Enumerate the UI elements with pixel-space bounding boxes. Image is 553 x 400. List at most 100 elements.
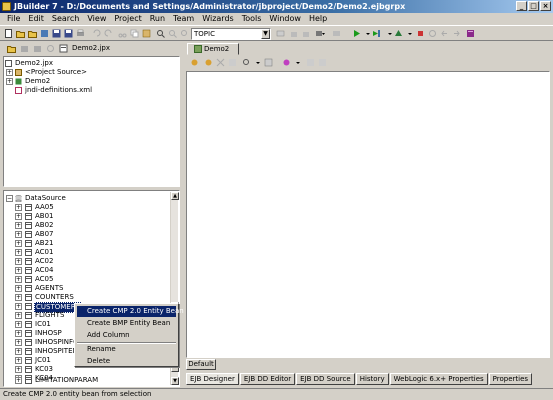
tab-history[interactable]: History: [355, 373, 389, 385]
add-files-icon[interactable]: [7, 44, 16, 53]
tab-demo2[interactable]: Demo2: [187, 43, 239, 55]
expand-icon[interactable]: +: [15, 204, 22, 211]
copy-icon[interactable]: [130, 29, 139, 38]
build-icon[interactable]: [332, 29, 341, 38]
cut-icon[interactable]: [118, 29, 127, 38]
menu-help[interactable]: Help: [305, 13, 331, 25]
expand-icon[interactable]: +: [15, 330, 22, 337]
make-dropdown-icon[interactable]: [316, 29, 325, 38]
datasource-icon[interactable]: [282, 58, 291, 67]
project-file-tab[interactable]: Demo2.jpx: [72, 44, 110, 53]
tab-ejb-designer[interactable]: EJB Designer: [186, 373, 239, 385]
save-all-icon[interactable]: [64, 29, 73, 38]
close-project-icon[interactable]: [33, 44, 42, 53]
expand-icon[interactable]: +: [15, 231, 22, 238]
expand-icon[interactable]: +: [15, 312, 22, 319]
save-icon[interactable]: [52, 29, 61, 38]
expand-icon[interactable]: +: [15, 321, 22, 328]
expand-icon[interactable]: +: [15, 276, 22, 283]
paste-icon[interactable]: [142, 29, 151, 38]
ejb-designer-canvas[interactable]: [186, 71, 550, 358]
optimize-icon[interactable]: [394, 29, 403, 38]
menu-view[interactable]: View: [83, 13, 110, 25]
print-icon[interactable]: [76, 29, 85, 38]
menu-file[interactable]: File: [3, 13, 24, 25]
find-ejb-icon[interactable]: [242, 58, 251, 67]
tab-ejb-dd-editor[interactable]: EJB DD Editor: [239, 373, 296, 385]
ejb-test-icon[interactable]: [318, 58, 327, 67]
expand-icon[interactable]: +: [15, 240, 22, 247]
maximize-button[interactable]: □: [528, 1, 539, 11]
minimize-button[interactable]: _: [516, 1, 527, 11]
menu-search[interactable]: Search: [48, 13, 83, 25]
optimize-dropdown-icon[interactable]: [406, 29, 415, 38]
datasource-dropdown-icon[interactable]: [294, 58, 303, 67]
create-ejb-icon[interactable]: [190, 58, 199, 67]
close-file-icon[interactable]: [40, 29, 49, 38]
collapse-icon[interactable]: −: [6, 195, 13, 202]
expand-icon[interactable]: +: [6, 69, 13, 76]
view-dropdown-icon[interactable]: [254, 58, 263, 67]
delete-ejb-icon[interactable]: [216, 58, 225, 67]
scroll-up-icon[interactable]: ▲: [171, 192, 179, 200]
menu-team[interactable]: Team: [169, 13, 198, 25]
tab-properties[interactable]: Properties: [488, 373, 533, 385]
expand-icon[interactable]: +: [15, 258, 22, 265]
expand-icon[interactable]: +: [15, 213, 22, 220]
menu-item-rename[interactable]: Rename: [77, 344, 176, 355]
debug-icon[interactable]: [372, 29, 381, 38]
undo-icon[interactable]: [92, 29, 101, 38]
tab-default[interactable]: Default: [186, 359, 216, 370]
make-project-icon[interactable]: [290, 29, 299, 38]
expand-icon[interactable]: +: [15, 303, 22, 310]
expand-icon[interactable]: +: [6, 78, 13, 85]
regenerate-icon[interactable]: [264, 58, 273, 67]
new-file-icon[interactable]: [4, 29, 13, 38]
expand-icon[interactable]: +: [15, 357, 22, 364]
forward-icon[interactable]: [452, 29, 461, 38]
expand-icon[interactable]: +: [15, 267, 22, 274]
menu-tools[interactable]: Tools: [238, 13, 266, 25]
tab-ejb-dd-source[interactable]: EJB DD Source: [296, 373, 355, 385]
expand-icon[interactable]: +: [15, 249, 22, 256]
chevron-down-icon[interactable]: ▼: [261, 29, 270, 39]
replace-icon[interactable]: [168, 29, 177, 38]
remove-files-icon[interactable]: [20, 44, 29, 53]
help-book-icon[interactable]: [466, 29, 475, 38]
menu-wizards[interactable]: Wizards: [198, 13, 237, 25]
menu-window[interactable]: Window: [265, 13, 305, 25]
find-icon[interactable]: [156, 29, 165, 38]
menu-project[interactable]: Project: [110, 13, 145, 25]
run-icon[interactable]: [352, 29, 361, 38]
expand-icon[interactable]: +: [15, 294, 22, 301]
topic-combo-box[interactable]: TOPIC ▼: [191, 28, 271, 40]
expand-icon[interactable]: +: [15, 366, 22, 373]
close-button[interactable]: ×: [540, 1, 551, 11]
menu-item-create-bmp-bean[interactable]: Create BMP Entity Bean: [77, 318, 176, 329]
menu-item-create-cmp-bean[interactable]: Create CMP 2.0 Entity Bean: [77, 306, 184, 317]
scroll-down-icon[interactable]: ▼: [171, 377, 179, 385]
search-again-icon[interactable]: [180, 29, 189, 38]
open-folder-icon[interactable]: [16, 29, 25, 38]
expand-icon[interactable]: +: [15, 222, 22, 229]
back-icon[interactable]: [440, 29, 449, 38]
expand-icon[interactable]: +: [15, 339, 22, 346]
menu-run[interactable]: Run: [146, 13, 169, 25]
arrange-icon[interactable]: [228, 58, 237, 67]
menu-item-add-column[interactable]: Add Column: [77, 330, 176, 341]
tab-weblogic-properties[interactable]: WebLogic 6.x+ Properties: [389, 373, 488, 385]
reopen-icon[interactable]: [28, 29, 37, 38]
expand-icon[interactable]: +: [15, 348, 22, 355]
import-ejb-icon[interactable]: [204, 58, 213, 67]
vertical-splitter[interactable]: [181, 43, 185, 387]
browse-symbol-icon[interactable]: [276, 29, 285, 38]
menu-edit[interactable]: Edit: [24, 13, 48, 25]
ejb-reference-icon[interactable]: [306, 58, 315, 67]
history-icon[interactable]: [428, 29, 437, 38]
expand-icon[interactable]: +: [15, 377, 22, 384]
stop-icon[interactable]: [416, 29, 425, 38]
expand-icon[interactable]: +: [15, 285, 22, 292]
menu-item-delete[interactable]: Delete: [77, 356, 176, 367]
rebuild-icon[interactable]: [302, 29, 311, 38]
redo-icon[interactable]: [104, 29, 113, 38]
